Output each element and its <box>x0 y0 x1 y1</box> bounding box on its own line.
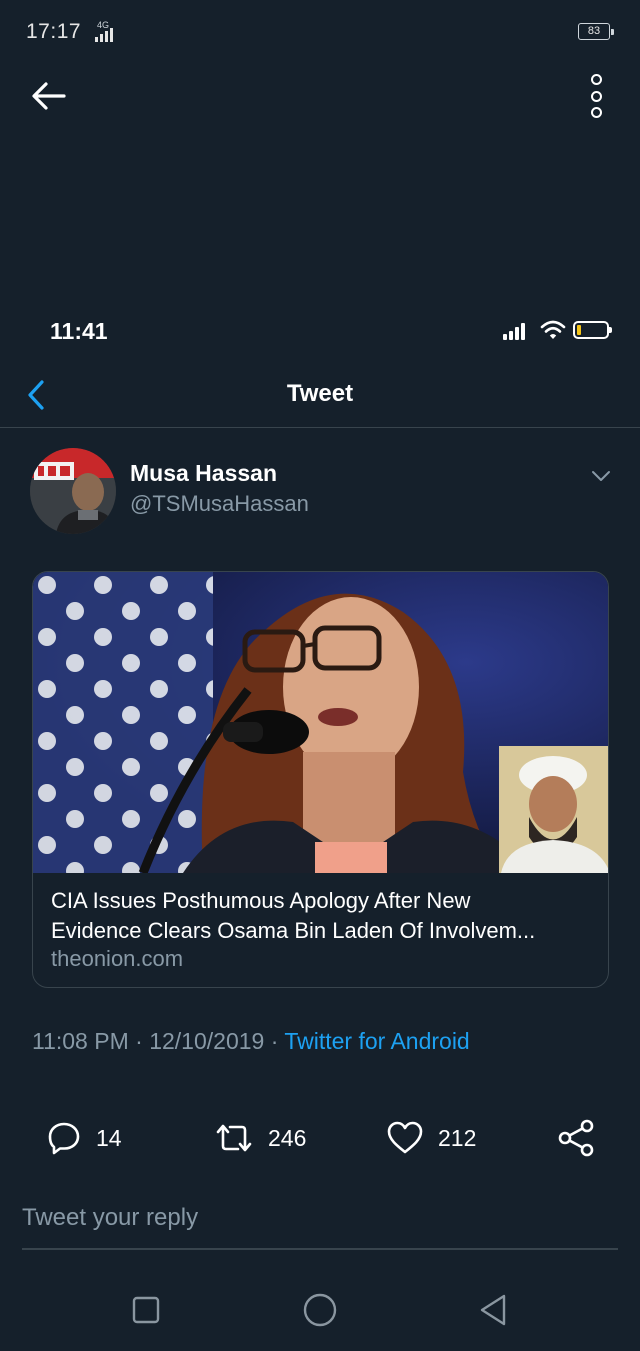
retweet-count: 246 <box>268 1124 307 1151</box>
author-name[interactable]: Musa Hassan <box>130 460 277 487</box>
card-headline-line-1: CIA Issues Posthumous Apology After New <box>51 888 471 913</box>
low-battery-icon <box>573 321 612 339</box>
avatar-photo <box>30 448 116 534</box>
home-icon[interactable] <box>302 1292 338 1328</box>
like-button[interactable]: 212 <box>386 1110 476 1166</box>
link-card[interactable]: CIA Issues Posthumous Apology After New … <box>32 571 609 988</box>
heart-icon <box>387 1121 423 1154</box>
tweet-time: 11:08 PM <box>32 1028 129 1054</box>
system-clock: 17:17 <box>26 20 82 43</box>
tweet-action-bar: 14 246 212 <box>0 1110 640 1166</box>
author-handle[interactable]: @TSMusaHassan <box>130 491 309 517</box>
signal-bars-icon <box>503 322 525 340</box>
arrow-left-icon[interactable] <box>28 78 68 114</box>
page-title: Tweet <box>286 380 354 407</box>
card-headline: CIA Issues Posthumous Apology After New … <box>51 886 596 946</box>
ios-clock: 11:41 <box>50 318 108 344</box>
like-count: 212 <box>438 1124 477 1151</box>
recent-apps-icon[interactable] <box>128 1292 164 1328</box>
avatar[interactable] <box>30 448 116 534</box>
tweet-timestamp: 11:08 PM · 12/10/2019 · Twitter for Andr… <box>32 1028 470 1055</box>
chevron-down-icon[interactable] <box>590 468 612 484</box>
more-vertical-icon[interactable] <box>586 74 606 118</box>
share-icon <box>558 1119 594 1157</box>
retweet-button[interactable]: 246 <box>214 1110 306 1166</box>
back-triangle-icon[interactable] <box>476 1292 512 1328</box>
speech-bubble-icon <box>48 1122 80 1155</box>
tweet-nav-bar: Tweet <box>0 362 640 428</box>
system-navigation-bar <box>0 1268 640 1351</box>
cellular-signal-icon: 4G <box>95 20 119 42</box>
tweet-date: 12/10/2019 <box>149 1028 265 1054</box>
tweet-source-link[interactable]: Twitter for Android <box>284 1028 469 1054</box>
card-image <box>33 572 608 873</box>
reply-input[interactable]: Tweet your reply <box>22 1196 618 1250</box>
retweet-icon <box>216 1124 252 1152</box>
share-button[interactable] <box>556 1110 596 1166</box>
card-headline-line-2: Evidence Clears Osama Bin Laden Of Invol… <box>51 918 536 943</box>
battery-level: 83 <box>587 25 601 37</box>
ios-status-bar: 11:41 <box>0 300 640 360</box>
reply-count: 14 <box>96 1124 122 1151</box>
card-domain: theonion.com <box>51 946 184 971</box>
viewer-toolbar <box>0 60 640 132</box>
battery-icon: 83 <box>578 23 614 40</box>
reply-placeholder: Tweet your reply <box>22 1204 199 1231</box>
meta-separator: · <box>128 1028 150 1054</box>
reply-button[interactable]: 14 <box>46 1110 122 1166</box>
meta-separator: · <box>264 1028 285 1054</box>
system-status-bar: 17:17 4G 83 <box>0 0 640 60</box>
wifi-icon <box>540 320 566 339</box>
